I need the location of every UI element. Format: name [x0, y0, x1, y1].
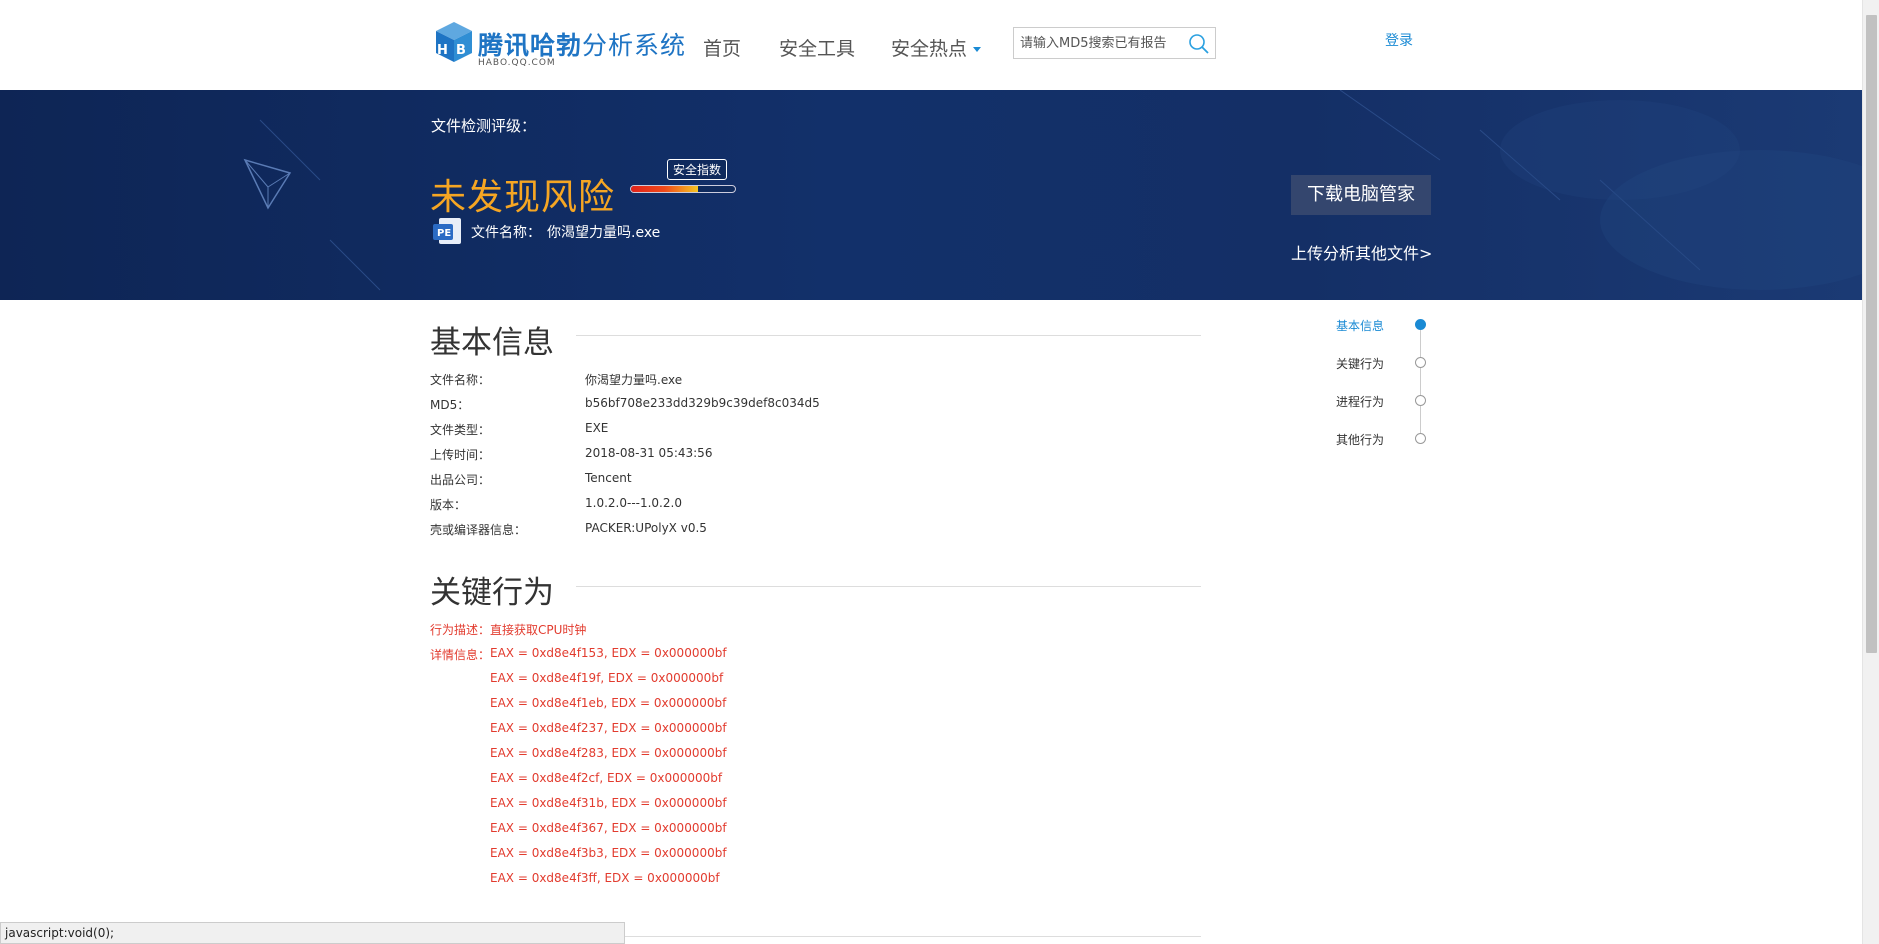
- file-name-label: 文件名称：: [471, 225, 541, 241]
- nav-security-tools[interactable]: 安全工具: [779, 34, 855, 61]
- side-nav-dot[interactable]: [1415, 319, 1426, 330]
- info-value: PACKER:UPolyX v0.5: [585, 521, 707, 535]
- behavior-detail-line: EAX = 0xd8e4f3ff, EDX = 0x000000bf: [490, 871, 720, 885]
- behavior-detail-line: EAX = 0xd8e4f153, EDX = 0x000000bf: [490, 646, 727, 660]
- pe-file-icon: PE: [433, 218, 461, 244]
- info-label: 壳或编译器信息：: [430, 523, 527, 537]
- result-banner: 文件检测评级： 未发现风险 安全指数 PE 文件名称： 你渴望力量吗.exe 下载…: [0, 90, 1862, 300]
- behavior-detail-line: EAX = 0xd8e4f1eb, EDX = 0x000000bf: [490, 696, 727, 710]
- nav-security-hotspots-label: 安全热点: [891, 38, 968, 60]
- behavior-detail-line: EAX = 0xd8e4f31b, EDX = 0x000000bf: [490, 796, 727, 810]
- risk-result-title: 未发现风险: [430, 177, 616, 218]
- habo-cube-icon: H B: [436, 22, 472, 62]
- side-nav-dot[interactable]: [1415, 433, 1426, 444]
- side-nav-dot[interactable]: [1415, 395, 1426, 406]
- safety-index-tag: 安全指数: [667, 159, 728, 180]
- behavior-detail-line: EAX = 0xd8e4f19f, EDX = 0x000000bf: [490, 671, 724, 685]
- behavior-desc-label: 行为描述：: [430, 623, 491, 637]
- scrollbar-thumb[interactable]: [1866, 15, 1877, 653]
- nav-security-hotspots[interactable]: 安全热点: [891, 34, 982, 61]
- habo-logo[interactable]: H B 腾讯哈勃分析系统 HABO.QQ.COM: [432, 20, 685, 72]
- md5-search-input[interactable]: [1015, 29, 1181, 57]
- top-header: H B 腾讯哈勃分析系统 HABO.QQ.COM 首页 安全工具 安全热点 登录: [0, 0, 1862, 90]
- download-pc-manager-button[interactable]: 下载电脑管家: [1291, 175, 1431, 215]
- behavior-detail-line: EAX = 0xd8e4f237, EDX = 0x000000bf: [490, 721, 727, 735]
- side-nav-key-behavior[interactable]: 关键行为: [1336, 355, 1384, 372]
- basic-info-title: 基本信息: [430, 325, 554, 361]
- side-nav-other-behavior[interactable]: 其他行为: [1336, 431, 1384, 448]
- login-link[interactable]: 登录: [1385, 30, 1413, 50]
- logo-title-light: 分析系统: [582, 31, 687, 60]
- info-value: 2018-08-31 05:43:56: [585, 446, 713, 460]
- browser-status-bar: javascript:void(0);: [0, 922, 625, 944]
- behavior-detail-line: EAX = 0xd8e4f3b3, EDX = 0x000000bf: [490, 846, 727, 860]
- file-name-value: 你渴望力量吗.exe: [547, 225, 661, 241]
- behavior-detail-line: EAX = 0xd8e4f2cf, EDX = 0x000000bf: [490, 771, 723, 785]
- info-label: 文件名称：: [430, 373, 491, 387]
- banner-background-decoration: [243, 90, 1862, 291]
- info-label: 出品公司：: [430, 473, 491, 487]
- key-behavior-divider: [576, 586, 1201, 587]
- rating-label: 文件检测评级：: [431, 117, 537, 135]
- banner-file-name: 文件名称： 你渴望力量吗.exe: [471, 222, 666, 242]
- info-value: b56bf708e233dd329b9c39def8c034d5: [585, 396, 820, 410]
- svg-text:B: B: [456, 43, 466, 58]
- behavior-desc-value: 直接获取CPU时钟: [490, 623, 587, 637]
- safety-index-fill: [631, 186, 698, 192]
- page-scrollbar[interactable]: [1862, 0, 1879, 944]
- side-nav-dot[interactable]: [1415, 357, 1426, 368]
- safety-index-gauge: [630, 185, 736, 193]
- info-value: EXE: [585, 421, 609, 435]
- logo-subtitle: HABO.QQ.COM: [478, 58, 556, 68]
- info-label: MD5：: [430, 398, 470, 412]
- nav-home-label: 首页: [703, 38, 742, 60]
- basic-info-divider: [576, 335, 1201, 336]
- svg-text:PE: PE: [437, 228, 451, 239]
- side-nav-basic-info[interactable]: 基本信息: [1336, 317, 1384, 334]
- behavior-description: 行为描述：直接获取CPU时钟: [430, 621, 586, 638]
- upload-other-file-link[interactable]: 上传分析其他文件>: [1291, 240, 1432, 264]
- side-nav-process-behavior[interactable]: 进程行为: [1336, 393, 1384, 410]
- info-label: 版本：: [430, 498, 467, 512]
- logo-title-bold: 腾讯哈勃: [478, 31, 583, 60]
- nav-security-tools-label: 安全工具: [779, 38, 856, 60]
- search-box: [1013, 27, 1216, 59]
- behavior-detail-line: EAX = 0xd8e4f367, EDX = 0x000000bf: [490, 821, 727, 835]
- logo-title: 腾讯哈勃分析系统: [478, 26, 686, 62]
- key-behavior-title: 关键行为: [430, 575, 554, 611]
- search-icon[interactable]: [1187, 32, 1211, 56]
- side-nav-track: [1420, 325, 1421, 440]
- caret-down-icon: [973, 47, 982, 52]
- nav-home[interactable]: 首页: [703, 34, 741, 61]
- info-value: 1.0.2.0---1.0.2.0: [585, 496, 682, 510]
- info-value: 你渴望力量吗.exe: [585, 373, 683, 387]
- info-value: Tencent: [585, 471, 632, 485]
- info-label: 上传时间：: [430, 448, 491, 462]
- behavior-detail-line: EAX = 0xd8e4f283, EDX = 0x000000bf: [490, 746, 727, 760]
- behavior-detail-label: 详情信息：: [430, 648, 491, 662]
- svg-text:H: H: [437, 43, 448, 58]
- info-label: 文件类型：: [430, 423, 491, 437]
